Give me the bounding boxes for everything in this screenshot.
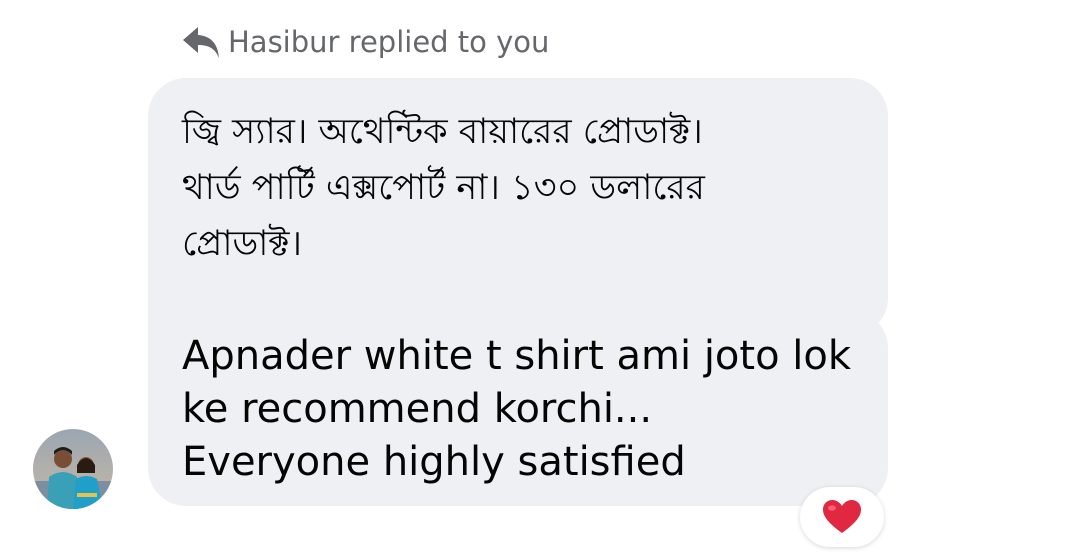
- chat-thread: Hasibur replied to you জ্বি স্যার। অথেন্…: [0, 0, 1080, 560]
- message-line: থার্ড পার্টি এক্সপোর্ট না। ১৩০ ডলারের: [182, 168, 705, 208]
- message-line: প্রোডাক্ট।: [182, 224, 303, 264]
- reaction-badge[interactable]: [800, 487, 884, 547]
- user-avatar-photo: [33, 429, 113, 509]
- message-line: জ্বি স্যার। অথেন্টিক বায়ারের প্রোডাক্ট।: [182, 112, 703, 152]
- heart-icon: [823, 500, 861, 533]
- message-bubble-english[interactable]: Apnader white t shirt ami joto lok ke re…: [148, 310, 888, 506]
- message-bubble-bangla[interactable]: জ্বি স্যার। অথেন্টিক বায়ারের প্রোডাক্ট।…: [148, 78, 888, 336]
- avatar[interactable]: [33, 429, 113, 509]
- reply-header: Hasibur replied to you: [182, 22, 549, 62]
- reply-arrow-icon: [183, 27, 219, 58]
- reply-header-text: Hasibur replied to you: [228, 25, 550, 59]
- message-text: Apnader white t shirt ami joto lok ke re…: [182, 333, 864, 485]
